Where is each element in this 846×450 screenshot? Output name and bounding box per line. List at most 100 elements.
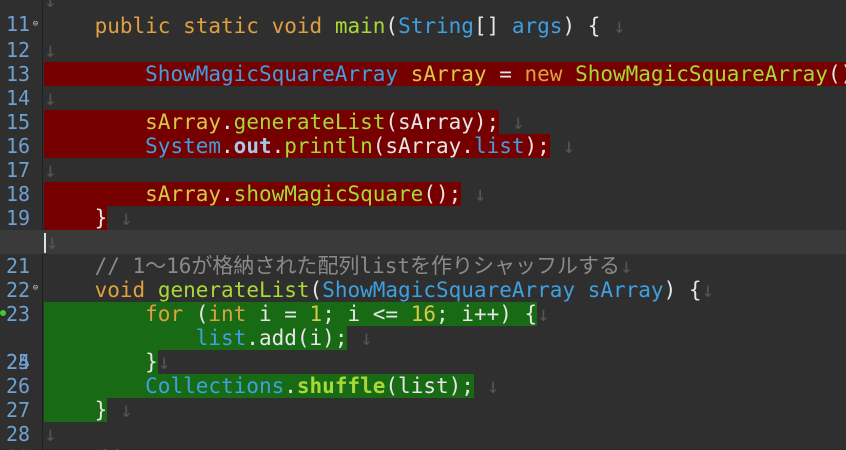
- code-line[interactable]: 16 sArray.generateList(sArray); ↓: [0, 110, 846, 158]
- code-text: i =: [246, 302, 310, 326]
- class-name: System: [145, 134, 222, 158]
- ok-highlight: }: [44, 398, 108, 422]
- punctuation: ) {: [663, 278, 702, 302]
- punctuation: .: [221, 182, 234, 206]
- code-line[interactable]: 20 } ↓: [0, 206, 846, 254]
- keyword: static: [183, 14, 259, 38]
- code-line[interactable]: 25 list.add(i); ↓: [0, 326, 846, 374]
- type-name: ShowMagicSquareArray: [322, 278, 576, 302]
- punctuation: ();: [827, 62, 846, 86]
- eol-marker: ↓: [613, 14, 626, 38]
- eol-marker: ↓: [360, 326, 373, 350]
- code-line[interactable]: 24 for (int i = 1; i <= 16; i++) {↓: [0, 302, 846, 374]
- punctuation: []: [473, 14, 512, 38]
- keyword: void: [271, 14, 323, 38]
- code-line[interactable]: 26 }↓: [0, 350, 846, 398]
- eol-marker: ↓: [486, 374, 500, 398]
- punctuation: .: [246, 326, 259, 350]
- keyword: new: [524, 62, 563, 86]
- method-name: shuffle: [296, 374, 386, 398]
- number: 1: [309, 302, 323, 326]
- eol-marker: ↓: [44, 0, 57, 12]
- method-name: generateList: [157, 278, 310, 302]
- comment: // 1～16が格納された配列listを作りシャッフルする: [94, 254, 621, 278]
- eol-marker: ↓: [701, 278, 715, 302]
- eol-marker: ↓: [473, 182, 487, 206]
- code-text: ; i++) {: [436, 302, 538, 326]
- arguments: (sArray);: [385, 110, 500, 134]
- eol-marker: ↓: [44, 158, 57, 182]
- keyword: void: [94, 278, 146, 302]
- current-line[interactable]: 21 ↓: [0, 230, 846, 278]
- closing-brace: }: [94, 398, 108, 422]
- ok-highlight: list.add(i);: [44, 326, 348, 350]
- code-editor[interactable]: 11 ↓ 12 ⊖ public static void main(String…: [0, 0, 846, 450]
- code-line[interactable]: 23 ⊖ void generateList(ShowMagicSquareAr…: [0, 278, 846, 326]
- ok-highlight: for (int i = 1; i <= 16; i++) {: [44, 302, 538, 326]
- error-highlight: System.out.println(sArray.list);: [44, 134, 550, 158]
- error-highlight: ShowMagicSquareArray sArray = new ShowMa…: [44, 62, 846, 86]
- parameter: sArray: [587, 278, 664, 302]
- code-line[interactable]: // ...: [0, 446, 846, 450]
- field-name: list: [473, 134, 525, 158]
- code-line[interactable]: 18 ↓: [0, 158, 846, 206]
- change-marker-icon: [0, 310, 6, 316]
- type-name: ShowMagicSquareArray: [575, 62, 828, 86]
- method-name: main: [334, 14, 386, 38]
- method-name: generateList: [233, 110, 386, 134]
- eol-marker: ↓: [562, 134, 576, 158]
- class-name: Collections: [145, 374, 285, 398]
- eol-marker: ↓: [119, 206, 133, 230]
- code-line[interactable]: 14 ShowMagicSquareArray sArray = new Sho…: [0, 62, 846, 110]
- punctuation: .: [284, 374, 297, 398]
- code-line[interactable]: 29 ↓: [0, 422, 846, 450]
- code-line[interactable]: 28 } ↓: [0, 398, 846, 446]
- number: 16: [410, 302, 437, 326]
- punctuation: ) {: [562, 14, 601, 38]
- fold-toggle-icon[interactable]: ⊖: [31, 284, 40, 293]
- method-name: add: [258, 326, 297, 350]
- error-highlight: }: [44, 206, 108, 230]
- variable: sArray: [410, 62, 487, 86]
- keyword: int: [208, 302, 247, 326]
- variable: sArray: [145, 110, 222, 134]
- punctuation: (: [385, 14, 399, 38]
- code-line[interactable]: 13 ↓: [0, 38, 846, 86]
- variable: sArray: [145, 182, 222, 206]
- punctuation: .: [271, 134, 285, 158]
- punctuation: =: [486, 62, 525, 86]
- arguments: (list);: [385, 374, 474, 398]
- error-highlight: sArray.generateList(sArray);: [44, 110, 500, 134]
- arguments: (sArray.: [372, 134, 474, 158]
- method-name: println: [284, 134, 373, 158]
- field-name: out: [233, 134, 272, 158]
- closing-brace: }: [94, 206, 108, 230]
- code-line[interactable]: 22 // 1～16が格納された配列listを作りシャッフルする↓: [0, 254, 846, 302]
- code-line[interactable]: 27 Collections.shuffle(list); ↓: [0, 374, 846, 422]
- closing-brace: }: [145, 350, 158, 374]
- eol-marker: ↓: [119, 398, 133, 422]
- eol-marker: ↓: [511, 110, 525, 134]
- code-line[interactable]: 11 ↓: [0, 0, 846, 36]
- method-name: showMagicSquare: [233, 182, 424, 206]
- type-name: ShowMagicSquareArray: [145, 62, 399, 86]
- code-line[interactable]: 15 ↓: [0, 86, 846, 134]
- code-text: ; i <=: [322, 302, 411, 326]
- code-line[interactable]: 12 ⊖ public static void main(String[] ar…: [0, 14, 846, 62]
- eol-marker: ↓: [44, 38, 57, 62]
- punctuation: (: [309, 278, 323, 302]
- fold-toggle-icon[interactable]: ⊖: [31, 20, 40, 29]
- arguments: ();: [423, 182, 462, 206]
- ok-highlight: }: [44, 350, 158, 374]
- eol-marker: ↓: [44, 86, 57, 110]
- error-highlight: sArray.showMagicSquare();: [44, 182, 462, 206]
- code-line[interactable]: 19 sArray.showMagicSquare(); ↓: [0, 182, 846, 230]
- eol-marker: ↓: [620, 254, 633, 278]
- eol-marker: ↓: [44, 422, 57, 446]
- eol-marker: ↓: [157, 350, 171, 374]
- punctuation: .: [221, 110, 234, 134]
- eol-marker: ↓: [46, 230, 59, 254]
- punctuation: .: [221, 134, 234, 158]
- code-line[interactable]: 17 System.out.println(sArray.list); ↓: [0, 134, 846, 182]
- type-name: String: [398, 14, 474, 38]
